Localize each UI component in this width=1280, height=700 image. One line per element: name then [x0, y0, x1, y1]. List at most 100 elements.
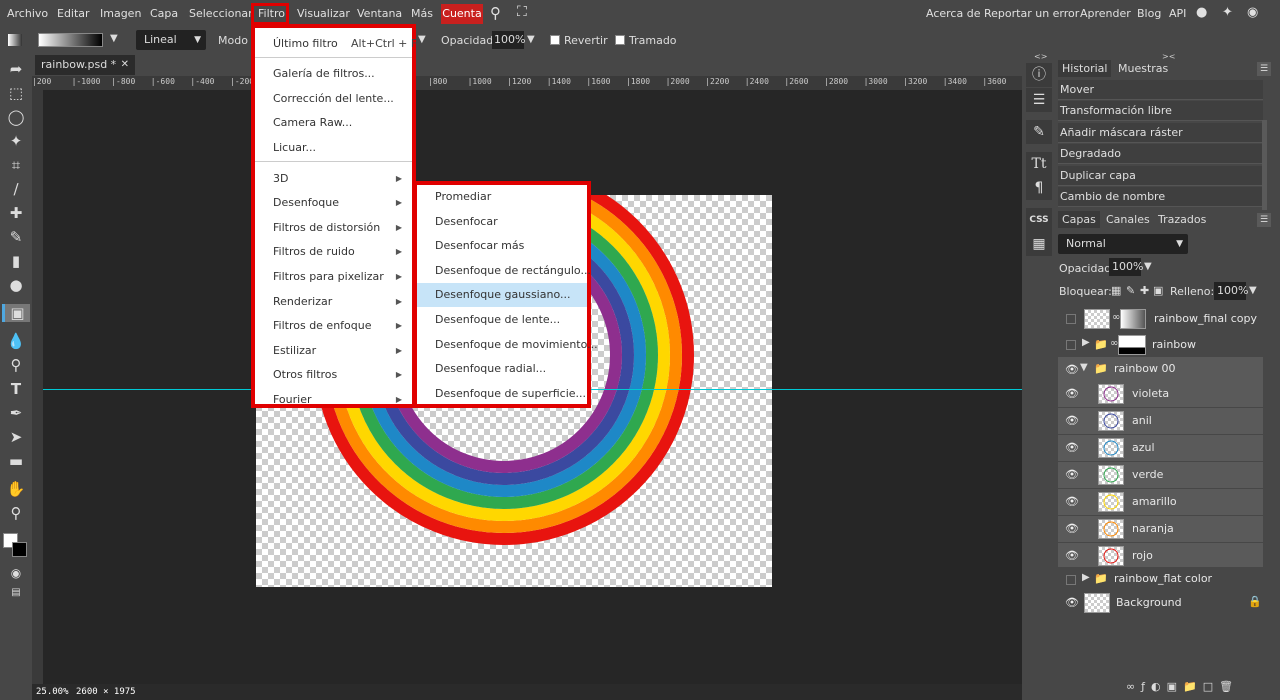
move-tool-icon[interactable]: ➦: [6, 60, 26, 78]
stamp-icon[interactable]: ▮: [6, 252, 26, 270]
menu-editar[interactable]: Editar: [57, 7, 90, 20]
filter-menu-item[interactable]: Fourier: [273, 393, 312, 406]
opacity-dropdown-icon[interactable]: ▼: [527, 34, 535, 45]
css-icon[interactable]: CSS: [1026, 208, 1052, 232]
eyedropper-icon[interactable]: ∕: [6, 180, 26, 198]
brush-icon[interactable]: ✎: [6, 228, 26, 246]
opacity-input[interactable]: 100%: [492, 31, 525, 49]
layer-rojo[interactable]: 👁 rojo: [1058, 543, 1263, 569]
layer-verde[interactable]: 👁 verde: [1058, 462, 1263, 488]
zoom-tool-icon[interactable]: ⚲: [6, 504, 26, 522]
filter-menu-item[interactable]: Estilizar: [273, 344, 316, 357]
eye-icon[interactable]: 👁: [1065, 363, 1079, 377]
facebook-icon[interactable]: ◉: [1247, 5, 1258, 20]
link-layers-icon[interactable]: ∞: [1126, 680, 1141, 693]
delete-icon[interactable]: 🗑: [1219, 680, 1239, 693]
search-icon[interactable]: ⚲: [490, 4, 501, 22]
magic-wand-icon[interactable]: ✦: [6, 132, 26, 150]
lasso-tool-icon[interactable]: ◯: [6, 108, 26, 126]
filter-menu-item[interactable]: Filtros para pixelizar: [273, 270, 384, 283]
layer-azul[interactable]: 👁 azul: [1058, 435, 1263, 461]
history-item[interactable]: Cambio de nombre: [1058, 187, 1263, 207]
layer-opacity-input[interactable]: 100%: [1109, 258, 1143, 276]
gradient-dropdown-icon[interactable]: ▼: [110, 33, 118, 44]
menu-visualizar[interactable]: Visualizar: [297, 7, 350, 20]
shape-tool-icon[interactable]: ▬: [6, 452, 26, 470]
filter-menu-item[interactable]: Filtros de ruido: [273, 245, 355, 258]
eye-icon[interactable]: 👁: [1065, 495, 1079, 509]
reverse-checkbox[interactable]: [550, 35, 560, 45]
blur-menu-item[interactable]: Desenfocar más: [435, 239, 524, 252]
tab-historial[interactable]: Historial: [1058, 60, 1112, 77]
menu-imagen[interactable]: Imagen: [100, 7, 141, 20]
tab-canales[interactable]: Canales: [1102, 211, 1154, 228]
adjustment-icon[interactable]: ◐: [1151, 680, 1167, 693]
history-item[interactable]: Transformación libre: [1058, 101, 1263, 122]
collapse-group-icon[interactable]: ▼: [1080, 362, 1088, 373]
blur-menu-item[interactable]: Desenfoque de movimiento...: [435, 338, 598, 351]
fill-input[interactable]: 100%: [1214, 282, 1248, 300]
layer-opacity-dropdown-icon[interactable]: ▼: [1144, 261, 1152, 272]
gradient-preview[interactable]: [38, 33, 103, 47]
layers-menu-icon[interactable]: ☰: [1257, 213, 1271, 227]
eye-icon[interactable]: 👁: [1065, 387, 1079, 401]
filter-menu-item[interactable]: Corrección del lente...: [273, 92, 394, 105]
link-reportar[interactable]: Reportar un error: [984, 7, 1079, 20]
new-folder-icon[interactable]: 📁: [1183, 680, 1203, 693]
dodge-tool-icon[interactable]: ⚲: [6, 356, 26, 374]
layer-amarillo[interactable]: 👁 amarillo: [1058, 489, 1263, 515]
layer-rainbow[interactable]: ▶ 📁 ∞ rainbow: [1058, 332, 1263, 358]
lock-paint-icon[interactable]: ✎: [1126, 284, 1135, 297]
blur-menu-item[interactable]: Desenfoque de rectángulo...: [435, 264, 591, 277]
filter-menu-item[interactable]: Camera Raw...: [273, 116, 352, 129]
layer-anil[interactable]: 👁 anil: [1058, 408, 1263, 434]
fill-dropdown-icon[interactable]: ▼: [1249, 285, 1257, 296]
healing-icon[interactable]: ✚: [6, 204, 26, 222]
tab-trazados[interactable]: Trazados: [1154, 211, 1210, 228]
menu-capa[interactable]: Capa: [150, 7, 178, 20]
layer-rainbow-flat-color[interactable]: ▶ 📁 rainbow_flat color: [1058, 567, 1263, 591]
quick-mask-icon[interactable]: ◉: [6, 564, 26, 582]
expand-icon[interactable]: ▶: [1082, 572, 1090, 583]
brush-settings-icon[interactable]: ✎: [1026, 120, 1052, 144]
paragraph-icon[interactable]: ¶: [1026, 176, 1052, 200]
eye-icon[interactable]: 👁: [1065, 549, 1079, 563]
eye-icon[interactable]: 👁: [1065, 596, 1079, 610]
filter-menu-item[interactable]: Otros filtros: [273, 368, 337, 381]
crop-tool-icon[interactable]: ⌗: [6, 156, 26, 174]
collapse-icon[interactable]: <>: [1034, 52, 1047, 61]
close-icon[interactable]: ✕: [121, 55, 129, 75]
menu-mas[interactable]: Más: [411, 7, 433, 20]
history-item[interactable]: Degradado: [1058, 144, 1263, 165]
visibility-checkbox[interactable]: [1066, 575, 1076, 585]
history-scrollbar[interactable]: [1262, 120, 1267, 210]
marquee-tool-icon[interactable]: ⬚: [6, 84, 26, 102]
properties-icon[interactable]: ☰: [1026, 88, 1052, 112]
menu-ventana[interactable]: Ventana: [357, 7, 402, 20]
filter-menu-item[interactable]: Desenfoque: [273, 196, 339, 209]
hand-tool-icon[interactable]: ✋: [6, 480, 26, 498]
background-color[interactable]: [12, 542, 27, 557]
zoom-level[interactable]: 25.00%: [36, 687, 69, 697]
lock-transparency-icon[interactable]: ▦: [1111, 284, 1121, 297]
blend-mode-select[interactable]: Normal ▼: [1058, 234, 1188, 254]
eye-icon[interactable]: 👁: [1065, 468, 1079, 482]
eye-icon[interactable]: 👁: [1065, 522, 1079, 536]
filter-menu-item[interactable]: Renderizar: [273, 295, 332, 308]
blur-menu-item[interactable]: Desenfocar: [435, 215, 498, 228]
history-item[interactable]: Duplicar capa: [1058, 165, 1263, 186]
blur-menu-item[interactable]: Desenfoque de superficie...: [435, 387, 586, 400]
gradient-tool-icon[interactable]: ▣: [2, 304, 30, 322]
info-icon[interactable]: ⓘ: [1026, 63, 1052, 87]
layer-violeta[interactable]: 👁 violeta: [1058, 381, 1263, 407]
layer-rainbow-00[interactable]: 👁 ▼ 📁 rainbow 00: [1058, 357, 1263, 381]
visibility-checkbox[interactable]: [1066, 314, 1076, 324]
tab-muestras[interactable]: Muestras: [1114, 60, 1172, 77]
gradient-type-select[interactable]: Lineal ▼: [136, 30, 206, 50]
lock-all-icon[interactable]: ▣: [1153, 284, 1163, 297]
link-acerca[interactable]: Acerca de: [926, 7, 980, 20]
pen-tool-icon[interactable]: ✒: [6, 404, 26, 422]
twitter-icon[interactable]: ✦: [1222, 5, 1233, 20]
effects-icon[interactable]: ƒ: [1141, 680, 1151, 693]
filter-menu-item[interactable]: Filtros de distorsión: [273, 221, 380, 234]
